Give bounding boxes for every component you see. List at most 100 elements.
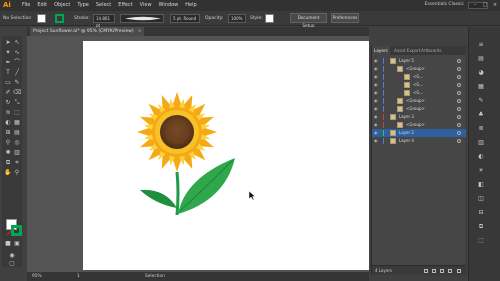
mesh-tool-icon[interactable]: ⊞	[4, 129, 12, 137]
symbol-sprayer-icon[interactable]: ✺	[4, 149, 12, 157]
zoom-tool-icon[interactable]: ⚲	[13, 169, 21, 177]
color-panel-icon[interactable]: ◕	[477, 69, 485, 77]
close-tab-icon[interactable]: ×	[138, 27, 142, 36]
preferences-button[interactable]: Preferences	[331, 13, 359, 23]
artboard-navigator[interactable]: 1	[77, 272, 80, 281]
menu-select[interactable]: Select	[96, 0, 111, 11]
swatches-icon[interactable]: ▦	[477, 83, 485, 91]
lasso-icon[interactable]: ∿	[13, 49, 21, 57]
sunflower-artwork[interactable]	[135, 92, 245, 222]
gradient-panel-icon[interactable]: ▥	[477, 139, 485, 147]
document-tab[interactable]: Project Sunflower.ai* @ 95% (CMYK/Previe…	[30, 27, 144, 36]
opacity-field[interactable]: 100%	[228, 14, 246, 23]
scale-tool-icon[interactable]: ⤡	[13, 99, 21, 107]
target-circle-icon[interactable]	[457, 115, 461, 119]
warp-tool-icon[interactable]: ≋	[4, 109, 12, 117]
layer-row[interactable]: ◉ Layer 3	[372, 113, 466, 121]
color-mode-icon[interactable]: ■	[4, 240, 12, 248]
tab-artboards[interactable]: Artboards	[421, 46, 442, 55]
visibility-eye-icon[interactable]: ◉	[374, 113, 378, 121]
menu-help[interactable]: Help	[185, 0, 196, 11]
zoom-level[interactable]: 95%	[32, 272, 42, 281]
target-circle-icon[interactable]	[457, 107, 461, 111]
draw-mode-icon[interactable]: ◉	[8, 252, 16, 260]
shape-builder-icon[interactable]: ◐	[4, 119, 12, 127]
document-setup-button[interactable]: Document Setup	[290, 13, 327, 28]
graph-tool-icon[interactable]: ▥	[13, 149, 21, 157]
layer-name[interactable]: Layer 4	[399, 137, 414, 145]
layer-row[interactable]: ◉ Layer 4	[372, 137, 466, 145]
type-tool-icon[interactable]: T	[4, 69, 12, 77]
visibility-eye-icon[interactable]: ◉	[374, 57, 378, 65]
direct-selection-tool-icon[interactable]: ↖	[13, 39, 21, 47]
stroke-panel-icon[interactable]: ≣	[477, 125, 485, 133]
paintbrush-icon[interactable]: ✎	[13, 79, 21, 87]
target-circle-icon[interactable]	[457, 139, 461, 143]
visibility-eye-icon[interactable]: ◉	[374, 89, 378, 97]
menu-file[interactable]: File	[22, 0, 30, 11]
variable-width-profile[interactable]	[120, 14, 164, 23]
locate-object-icon[interactable]	[432, 269, 436, 273]
graphic-styles-icon[interactable]: ◧	[477, 181, 485, 189]
target-circle-icon[interactable]	[457, 123, 461, 127]
target-circle-icon[interactable]	[457, 67, 461, 71]
selection-tool-icon[interactable]: ➤	[4, 39, 12, 47]
screen-mode-icon[interactable]: ▢	[8, 260, 16, 268]
fill-swatch[interactable]	[37, 14, 46, 23]
layer-name[interactable]: Layer 5	[399, 57, 414, 65]
rectangle-tool-icon[interactable]: ▭	[4, 79, 12, 87]
graphic-style-swatch[interactable]	[265, 14, 274, 23]
layer-row[interactable]: ◉ Layer 2	[372, 129, 466, 137]
sublayer-row[interactable]: ◉ <Group>	[372, 121, 466, 129]
close-window-button[interactable]: ×	[490, 0, 500, 11]
magic-wand-icon[interactable]: ✦	[4, 49, 12, 57]
properties-panel-icon[interactable]: ≡	[477, 41, 485, 49]
visibility-eye-icon[interactable]: ◉	[374, 97, 378, 105]
free-transform-icon[interactable]: ⬚	[13, 109, 21, 117]
visibility-eye-icon[interactable]: ◉	[374, 81, 378, 89]
symbols-icon[interactable]: ♣	[477, 111, 485, 119]
pathfinder-icon[interactable]: ⧉	[477, 223, 485, 231]
layer-name[interactable]: <Group>	[406, 65, 425, 73]
clipping-mask-icon[interactable]	[440, 269, 444, 273]
eraser-icon[interactable]: ⌫	[13, 89, 21, 97]
libraries-icon[interactable]: ▤	[477, 55, 485, 63]
eyedropper-icon[interactable]: ⚲	[4, 139, 12, 147]
layer-name[interactable]: <G...	[413, 81, 423, 89]
stroke-color-icon[interactable]	[11, 225, 22, 236]
visibility-eye-icon[interactable]: ◉	[374, 129, 378, 137]
visibility-eye-icon[interactable]: ◉	[374, 73, 378, 81]
line-tool-icon[interactable]: ╱	[13, 69, 21, 77]
menu-edit[interactable]: Edit	[37, 0, 47, 11]
layers-dock-icon[interactable]: ◫	[477, 195, 485, 203]
align-icon[interactable]: ⊟	[477, 209, 485, 217]
blend-tool-icon[interactable]: ◎	[13, 139, 21, 147]
stroke-swatch[interactable]	[55, 14, 64, 23]
layer-name[interactable]: Layer 2	[399, 129, 414, 137]
tab-layers[interactable]: Layers	[372, 46, 390, 55]
curvature-tool-icon[interactable]: ⌒	[13, 59, 21, 67]
perspective-grid-icon[interactable]: ▦	[13, 119, 21, 127]
gradient-tool-icon[interactable]: ▤	[13, 129, 21, 137]
shaper-tool-icon[interactable]: ✐	[4, 89, 12, 97]
sublayer-row[interactable]: ◉ <G...	[372, 81, 466, 89]
trash-icon[interactable]	[457, 269, 461, 273]
menu-type[interactable]: Type	[77, 0, 88, 11]
sublayer-row[interactable]: ◉ <Group>	[372, 97, 466, 105]
sublayer-row[interactable]: ◉ <G...	[372, 89, 466, 97]
target-circle-icon[interactable]	[457, 83, 461, 87]
minimize-button[interactable]: –	[470, 0, 480, 11]
transform-icon[interactable]: ⬚	[477, 237, 485, 245]
target-circle-icon[interactable]	[457, 75, 461, 79]
brushes-icon[interactable]: ✎	[477, 97, 485, 105]
menu-view[interactable]: View	[140, 0, 152, 11]
visibility-eye-icon[interactable]: ◉	[374, 65, 378, 73]
layer-name[interactable]: <G...	[413, 73, 423, 81]
hand-tool-icon[interactable]: ✋	[4, 169, 12, 177]
maximize-button[interactable]: □	[480, 0, 490, 11]
new-layer-icon[interactable]	[448, 269, 452, 273]
layer-name[interactable]: <Group>	[406, 97, 425, 105]
layer-name[interactable]: <G...	[413, 89, 423, 97]
menu-effect[interactable]: Effect	[118, 0, 132, 11]
appearance-icon[interactable]: ☀	[477, 167, 485, 175]
